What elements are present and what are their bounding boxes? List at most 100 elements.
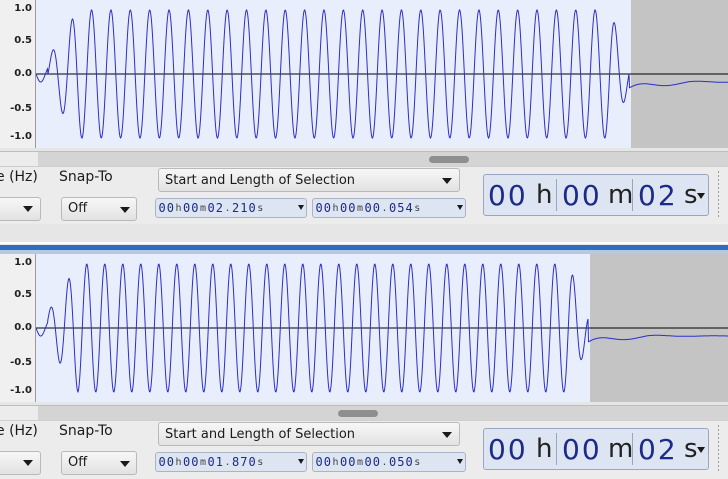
time-digit[interactable]: 0 xyxy=(167,455,174,469)
selection-length-time[interactable]: 00h00m00.050s xyxy=(312,452,466,472)
audio-position-time[interactable]: 00 h 00 m 02 s xyxy=(483,428,709,470)
grip-dot xyxy=(718,183,719,185)
waveform-area[interactable] xyxy=(36,0,728,148)
ruler-label: 0.0 xyxy=(14,68,32,79)
ruler-label: -1.0 xyxy=(10,385,32,396)
time-digit[interactable]: 5 xyxy=(397,201,404,215)
time-digit[interactable]: 0 xyxy=(191,455,198,469)
time-digit[interactable]: 0 xyxy=(389,201,396,215)
waveform[interactable] xyxy=(36,0,728,148)
time-digit[interactable]: 0 xyxy=(159,455,166,469)
project-rate-label: e (Hz) xyxy=(0,169,38,185)
chevron-down-icon[interactable] xyxy=(298,459,304,464)
time-digit[interactable]: 4 xyxy=(405,201,412,215)
time-digit[interactable]: 0 xyxy=(324,455,331,469)
seconds-digits[interactable]: 02 xyxy=(638,179,678,212)
project-rate-label: e (Hz) xyxy=(0,423,38,439)
minutes-digits[interactable]: 00 xyxy=(562,433,602,466)
toolbar-grip[interactable] xyxy=(712,425,724,473)
time-digit[interactable]: 0 xyxy=(316,201,323,215)
time-digit[interactable]: 0 xyxy=(191,201,198,215)
selection-start-time[interactable]: 00h00m02.210s xyxy=(155,198,307,218)
time-digit[interactable]: 0 xyxy=(208,455,215,469)
horizontal-scrollbar[interactable] xyxy=(0,151,728,166)
grip-dot xyxy=(718,441,719,443)
time-unit: h xyxy=(175,202,182,214)
grip-dot xyxy=(718,461,719,463)
time-digit[interactable]: 5 xyxy=(397,455,404,469)
time-digit[interactable]: 1 xyxy=(240,201,247,215)
chevron-down-icon[interactable] xyxy=(457,459,463,464)
seconds-digits[interactable]: 02 xyxy=(638,433,678,466)
project-rate-combo[interactable] xyxy=(0,197,41,221)
time-digit[interactable]: 0 xyxy=(340,201,347,215)
time-digit[interactable]: 0 xyxy=(348,455,355,469)
selection-mode-combo[interactable]: Start and Length of Selection xyxy=(158,168,460,192)
time-digit[interactable]: 0 xyxy=(373,455,380,469)
selection-start-time[interactable]: 00h00m01.870s xyxy=(155,452,307,472)
hours-digits[interactable]: 00 xyxy=(488,179,528,212)
waveform-area[interactable] xyxy=(36,254,728,402)
time-digit[interactable]: 8 xyxy=(232,455,239,469)
time-digit[interactable]: 7 xyxy=(240,455,247,469)
time-digit[interactable]: 0 xyxy=(373,201,380,215)
grip-dot xyxy=(718,203,719,205)
seconds-unit: s xyxy=(684,180,698,210)
time-digit[interactable]: 0 xyxy=(159,201,166,215)
horizontal-scrollbar[interactable] xyxy=(0,405,728,420)
ruler-label: 0.5 xyxy=(14,289,32,300)
chevron-down-icon[interactable] xyxy=(457,205,463,210)
time-unit: . xyxy=(381,456,388,468)
scrollbar-thumb[interactable] xyxy=(338,410,378,417)
time-digit[interactable]: 0 xyxy=(248,455,255,469)
time-digit[interactable]: 0 xyxy=(340,455,347,469)
time-unit: s xyxy=(414,202,421,214)
ruler-label: -1.0 xyxy=(10,131,32,142)
time-unit: m xyxy=(199,202,206,214)
time-digit[interactable]: 0 xyxy=(248,201,255,215)
toolbar-grip[interactable] xyxy=(712,171,724,219)
time-digit[interactable]: 0 xyxy=(348,201,355,215)
minutes-digits[interactable]: 00 xyxy=(562,179,602,212)
time-digit[interactable]: 0 xyxy=(324,201,331,215)
grip-dot xyxy=(718,179,719,181)
ruler-label: 1.0 xyxy=(14,3,32,14)
hours-digits[interactable]: 00 xyxy=(488,433,528,466)
selection-mode-combo[interactable]: Start and Length of Selection xyxy=(158,422,460,446)
selection-mode-value: Start and Length of Selection xyxy=(165,427,356,442)
waveform[interactable] xyxy=(36,254,728,402)
time-digit[interactable]: 0 xyxy=(183,201,190,215)
selection-length-time[interactable]: 00h00m00.054s xyxy=(312,198,466,218)
time-digit[interactable]: 2 xyxy=(232,201,239,215)
time-digit[interactable]: 2 xyxy=(216,201,223,215)
scrollbar-thumb[interactable] xyxy=(429,156,469,163)
audio-track-top[interactable]: 1.0 0.5 0.0 -0.5 -1.0 xyxy=(0,0,728,148)
time-digit[interactable]: 1 xyxy=(216,455,223,469)
time-unit: m xyxy=(356,202,363,214)
time-digit[interactable]: 0 xyxy=(208,201,215,215)
grip-dot xyxy=(718,449,719,451)
time-unit: h xyxy=(332,202,339,214)
time-digit[interactable]: 0 xyxy=(365,201,372,215)
grip-dot xyxy=(718,465,719,467)
time-unit: h xyxy=(332,456,339,468)
time-unit: s xyxy=(257,456,264,468)
time-unit: . xyxy=(381,202,388,214)
time-digit[interactable]: 0 xyxy=(405,455,412,469)
chevron-down-icon[interactable] xyxy=(697,447,705,453)
chevron-down-icon[interactable] xyxy=(697,193,705,199)
time-digit[interactable]: 0 xyxy=(183,455,190,469)
time-digit[interactable]: 0 xyxy=(365,455,372,469)
ruler-label: -0.5 xyxy=(10,103,32,114)
chevron-down-icon xyxy=(23,460,33,466)
audio-position-time[interactable]: 00 h 00 m 02 s xyxy=(483,174,709,216)
time-digit[interactable]: 0 xyxy=(389,455,396,469)
snap-to-combo[interactable]: Off xyxy=(61,197,137,221)
audio-track-bottom[interactable]: 1.0 0.5 0.0 -0.5 -1.0 xyxy=(0,254,728,402)
time-digit[interactable]: 0 xyxy=(316,455,323,469)
snap-to-combo[interactable]: Off xyxy=(61,451,137,475)
chevron-down-icon[interactable] xyxy=(298,205,304,210)
project-rate-combo[interactable] xyxy=(0,451,41,475)
grip-dot xyxy=(718,429,719,431)
time-digit[interactable]: 0 xyxy=(167,201,174,215)
